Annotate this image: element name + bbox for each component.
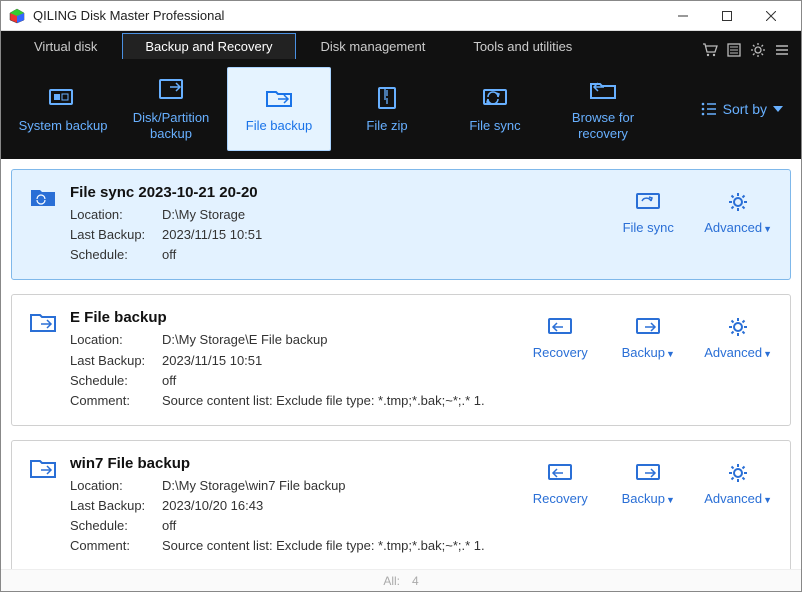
backup-folder-icon bbox=[30, 455, 60, 557]
tab-tools-utilities[interactable]: Tools and utilities bbox=[450, 33, 595, 59]
system-backup-icon bbox=[46, 84, 80, 112]
task-schedule: off bbox=[162, 516, 528, 536]
file-sync-icon bbox=[478, 84, 512, 112]
caret-down-icon: ▼ bbox=[763, 495, 772, 505]
file-zip-button[interactable]: File zip bbox=[335, 67, 439, 151]
gear-icon bbox=[724, 461, 752, 485]
file-backup-icon bbox=[262, 84, 296, 112]
backup-action[interactable]: Backup▼ bbox=[616, 461, 680, 506]
system-backup-button[interactable]: System backup bbox=[11, 67, 115, 151]
tab-virtual-disk[interactable]: Virtual disk bbox=[11, 33, 120, 59]
footer-count: 4 bbox=[412, 574, 419, 588]
recovery-action[interactable]: Recovery bbox=[528, 315, 592, 360]
window-title: QILING Disk Master Professional bbox=[33, 8, 661, 23]
footer: All: 4 bbox=[1, 569, 801, 591]
task-schedule: off bbox=[162, 371, 528, 391]
task-name: E File backup bbox=[70, 309, 528, 326]
app-logo-icon bbox=[9, 8, 25, 24]
task-row[interactable]: E File backup Location:D:\My Storage\E F… bbox=[11, 294, 791, 426]
task-last-backup: 2023/11/15 10:51 bbox=[162, 225, 616, 245]
task-row[interactable]: File sync 2023-10-21 20-20 Location:D:\M… bbox=[11, 169, 791, 280]
settings-icon[interactable] bbox=[749, 41, 767, 59]
maximize-button[interactable] bbox=[705, 2, 749, 30]
task-row[interactable]: win7 File backup Location:D:\My Storage\… bbox=[11, 440, 791, 569]
gear-icon bbox=[724, 190, 752, 214]
toolbar: System backup Disk/Partition backup File… bbox=[1, 59, 801, 159]
task-last-backup: 2023/11/15 10:51 bbox=[162, 351, 528, 371]
menu-icon[interactable] bbox=[773, 41, 791, 59]
task-name: win7 File backup bbox=[70, 455, 528, 472]
browse-recovery-button[interactable]: Browse for recovery bbox=[551, 67, 655, 151]
recovery-icon bbox=[546, 315, 574, 339]
sort-list-icon bbox=[701, 102, 717, 116]
task-location: D:\My Storage\win7 File backup bbox=[162, 476, 528, 496]
advanced-action[interactable]: Advanced▼ bbox=[704, 190, 772, 235]
backup-icon bbox=[634, 315, 662, 339]
file-backup-button[interactable]: File backup bbox=[227, 67, 331, 151]
disk-partition-backup-button[interactable]: Disk/Partition backup bbox=[119, 67, 223, 151]
cart-icon[interactable] bbox=[701, 41, 719, 59]
tab-disk-management[interactable]: Disk management bbox=[298, 33, 449, 59]
minimize-button[interactable] bbox=[661, 2, 705, 30]
task-list: File sync 2023-10-21 20-20 Location:D:\M… bbox=[1, 159, 801, 569]
tab-bar: Virtual disk Backup and Recovery Disk ma… bbox=[1, 31, 801, 59]
advanced-action[interactable]: Advanced▼ bbox=[704, 315, 772, 360]
log-icon[interactable] bbox=[725, 41, 743, 59]
task-location: D:\My Storage bbox=[162, 205, 616, 225]
caret-down-icon: ▼ bbox=[666, 495, 675, 505]
browse-recovery-icon bbox=[586, 76, 620, 104]
chevron-down-icon bbox=[773, 105, 783, 113]
caret-down-icon: ▼ bbox=[666, 349, 675, 359]
file-zip-icon bbox=[370, 84, 404, 112]
recovery-action[interactable]: Recovery bbox=[528, 461, 592, 506]
task-last-backup: 2023/10/20 16:43 bbox=[162, 496, 528, 516]
recovery-icon bbox=[546, 461, 574, 485]
advanced-action[interactable]: Advanced▼ bbox=[704, 461, 772, 506]
footer-all-label: All: bbox=[383, 574, 400, 588]
gear-icon bbox=[724, 315, 752, 339]
task-comment: Source content list: Exclude file type: … bbox=[162, 536, 528, 556]
caret-down-icon: ▼ bbox=[763, 349, 772, 359]
task-name: File sync 2023-10-21 20-20 bbox=[70, 184, 616, 201]
task-location: D:\My Storage\E File backup bbox=[162, 330, 528, 350]
file-sync-action[interactable]: File sync bbox=[616, 190, 680, 235]
backup-folder-icon bbox=[30, 309, 60, 411]
titlebar: QILING Disk Master Professional bbox=[1, 1, 801, 31]
caret-down-icon: ▼ bbox=[763, 224, 772, 234]
sync-folder-icon bbox=[30, 184, 60, 265]
sort-by-button[interactable]: Sort by bbox=[701, 101, 791, 117]
backup-action[interactable]: Backup▼ bbox=[616, 315, 680, 360]
task-schedule: off bbox=[162, 245, 616, 265]
backup-icon bbox=[634, 461, 662, 485]
close-button[interactable] bbox=[749, 2, 793, 30]
disk-partition-icon bbox=[154, 76, 188, 104]
file-sync-button[interactable]: File sync bbox=[443, 67, 547, 151]
task-comment: Source content list: Exclude file type: … bbox=[162, 391, 528, 411]
sync-action-icon bbox=[634, 190, 662, 214]
tab-backup-recovery[interactable]: Backup and Recovery bbox=[122, 33, 295, 59]
